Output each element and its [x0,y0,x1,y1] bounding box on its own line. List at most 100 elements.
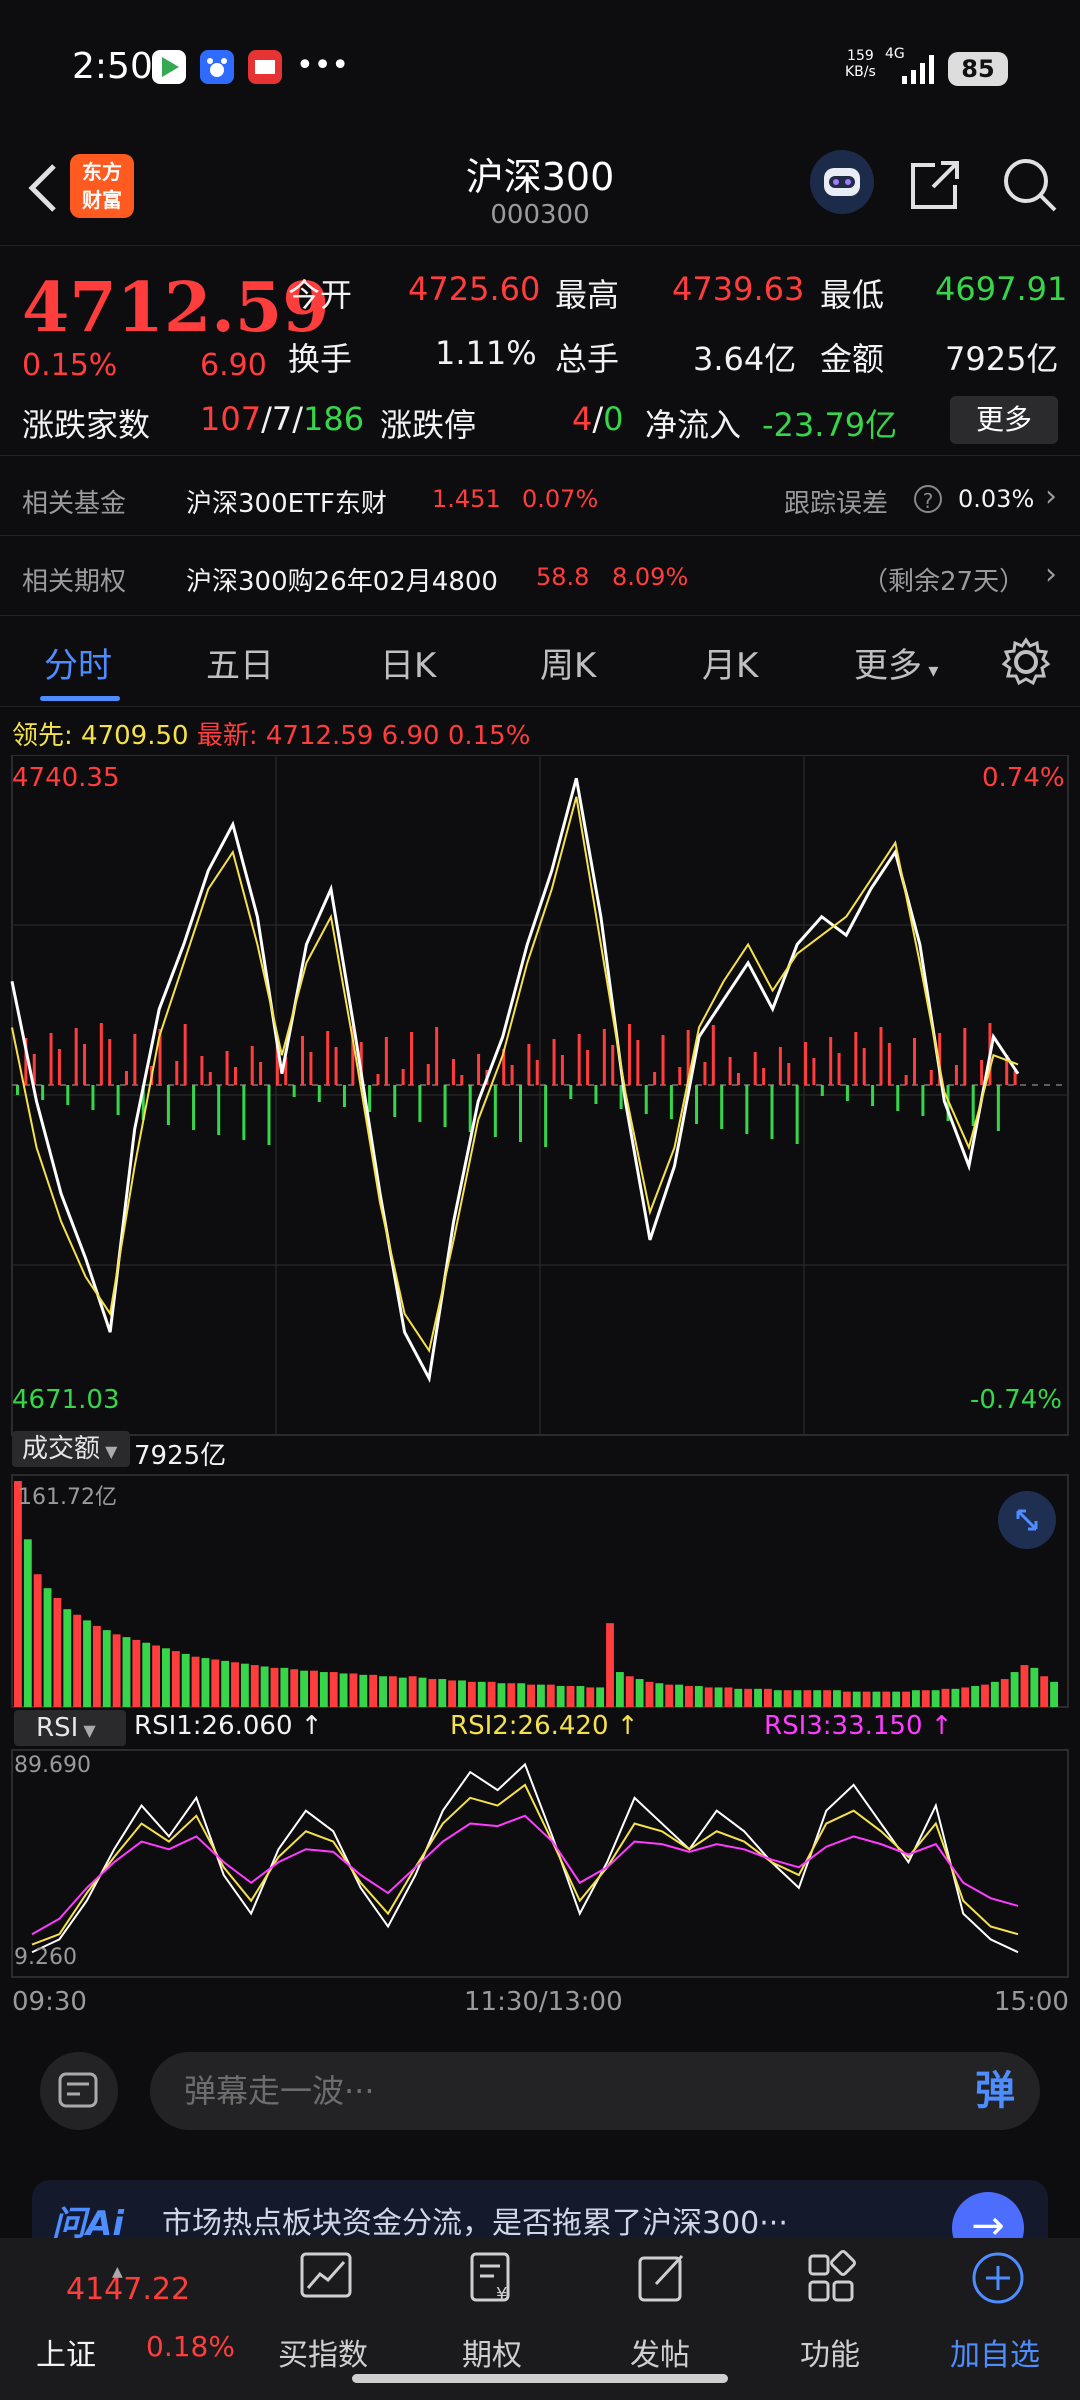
buy-index-icon[interactable] [296,2248,356,2308]
volume-bar [250,1665,259,1707]
netflow-label: 净流入 [645,406,742,444]
flow-bar [426,1064,430,1085]
options-icon[interactable]: ¥ [462,2248,522,2308]
tab-monthly-k[interactable]: 月K [702,638,758,687]
volume-bar [783,1690,792,1707]
flow-bar [401,1069,405,1085]
nav-buy-index[interactable]: 买指数 [278,2330,368,2374]
volume-bar [882,1691,891,1707]
rsi-select-label: RSI [36,1713,79,1743]
related-option-row[interactable]: 相关期权 沪深300购26年02月4800 58.8 8.09% （剩余27天）… [0,535,1080,615]
volume-bar [369,1674,378,1707]
flow-bar [577,1034,581,1085]
rsi3-label: RSI3:33.150 ↑ [764,1711,953,1741]
compose-post-icon[interactable] [632,2248,692,2308]
volume-bar [408,1676,417,1707]
volume-bar [448,1680,457,1707]
ai-assistant-icon[interactable] [810,150,874,214]
nav-add-watchlist[interactable]: 加自选 [950,2330,1040,2374]
top-price-label: 4740.35 [12,763,120,793]
flow-bar [217,1085,221,1135]
quote-panel: 4712.59 0.15% 6.90 今开 4725.60 最高 4739.63… [0,245,1080,456]
nav-functions[interactable]: 功能 [800,2330,860,2374]
flow-bar [376,1074,380,1085]
time-start: 09:30 [12,1987,87,2017]
volume-bar [902,1691,910,1707]
open-value: 4725.60 [408,270,541,308]
volume-bar [872,1691,881,1707]
tab-more[interactable]: 更多 ▾ [854,638,938,687]
volume-bar [171,1651,180,1707]
price-line-0 [10,777,1020,1384]
news-app-icon [248,50,282,84]
volume-bar [14,1481,22,1707]
volume-bar [1000,1679,1009,1707]
search-icon[interactable] [1000,155,1060,215]
volume-bar [941,1688,950,1707]
limit-sep: / [592,400,604,438]
flow-bar [99,1023,103,1085]
sh-index-value[interactable]: 4147.22 [66,2272,190,2307]
tab-daily-k[interactable]: 日K [380,638,436,687]
barrage-settings-button[interactable] [40,2052,118,2130]
expand-chart-button[interactable] [998,1491,1056,1549]
volume-bar [576,1686,585,1707]
ai-banner[interactable]: 问Ai 市场热点板块资金分流，是否拖累了沪深300··· → [32,2180,1048,2264]
nav-post[interactable]: 发帖 [630,2330,690,2374]
share-icon[interactable] [905,155,965,215]
flow-bar [778,1047,782,1085]
flow-bar [954,1065,958,1085]
flow-bar [57,1049,61,1085]
nav-options[interactable]: 期权 [462,2330,522,2374]
breadth-up: 107 [200,400,262,438]
rsi-indicator-select[interactable]: RSI ▼ [14,1710,126,1746]
settings-gear-icon[interactable] [1000,636,1052,688]
flow-bar [669,1085,673,1119]
volume-bar [112,1634,121,1707]
more-quote-button[interactable]: 更多 [950,396,1058,444]
volume-bar [744,1688,753,1707]
flow-bar [183,1024,187,1085]
tab-five-day[interactable]: 五日 [206,638,274,687]
add-watchlist-icon[interactable] [968,2248,1028,2308]
svg-text:¥: ¥ [496,2284,507,2305]
flow-bar [301,1036,305,1085]
flow-bar [468,1085,472,1132]
volume-bar [428,1679,437,1707]
volume-indicator-select[interactable]: 成交额 ▼ [12,1431,130,1467]
status-bar: 2:50 ••• 159 KB/s 4G 85 [0,0,1080,130]
low-label: 最低 [820,276,885,314]
volume-bar [497,1683,506,1707]
flow-bar [594,1085,598,1104]
volume-select-label: 成交额 [22,1434,101,1464]
related-fund-row[interactable]: 相关基金 沪深300ETF东财 1.451 0.07% 跟踪误差 ? 0.03%… [0,455,1080,535]
barrage-input[interactable]: 弹幕走一波··· [150,2052,1040,2130]
flow-bar [971,1085,975,1126]
flow-bar [695,1085,699,1124]
flow-bar [250,1046,254,1085]
intraday-chart[interactable] [0,755,1080,2005]
volume-bar [162,1648,170,1707]
volume-bar [310,1670,318,1707]
volume-bar [329,1672,338,1707]
tab-intraday[interactable]: 分时 [44,638,112,687]
flow-bar [728,1057,732,1085]
functions-grid-icon[interactable] [802,2248,862,2308]
volume-bar [951,1688,960,1707]
tab-weekly-k[interactable]: 周K [540,638,596,687]
volume-bar [201,1658,210,1707]
barrage-toggle-button[interactable]: 弹 [950,2052,1040,2130]
volume-bar [615,1672,624,1707]
volume-bar [527,1684,535,1707]
volume-bar [53,1597,62,1707]
price-pct: 0.15% [22,348,118,383]
flow-bar [41,1085,45,1100]
tracking-error-value: 0.03% [958,485,1035,513]
help-icon[interactable]: ? [914,485,942,513]
flow-bar [443,1085,447,1127]
high-value: 4739.63 [672,270,805,308]
volume-bar [655,1683,664,1707]
volume-bar [300,1670,309,1707]
flow-bar [342,1085,346,1107]
flow-bar [368,1085,372,1112]
